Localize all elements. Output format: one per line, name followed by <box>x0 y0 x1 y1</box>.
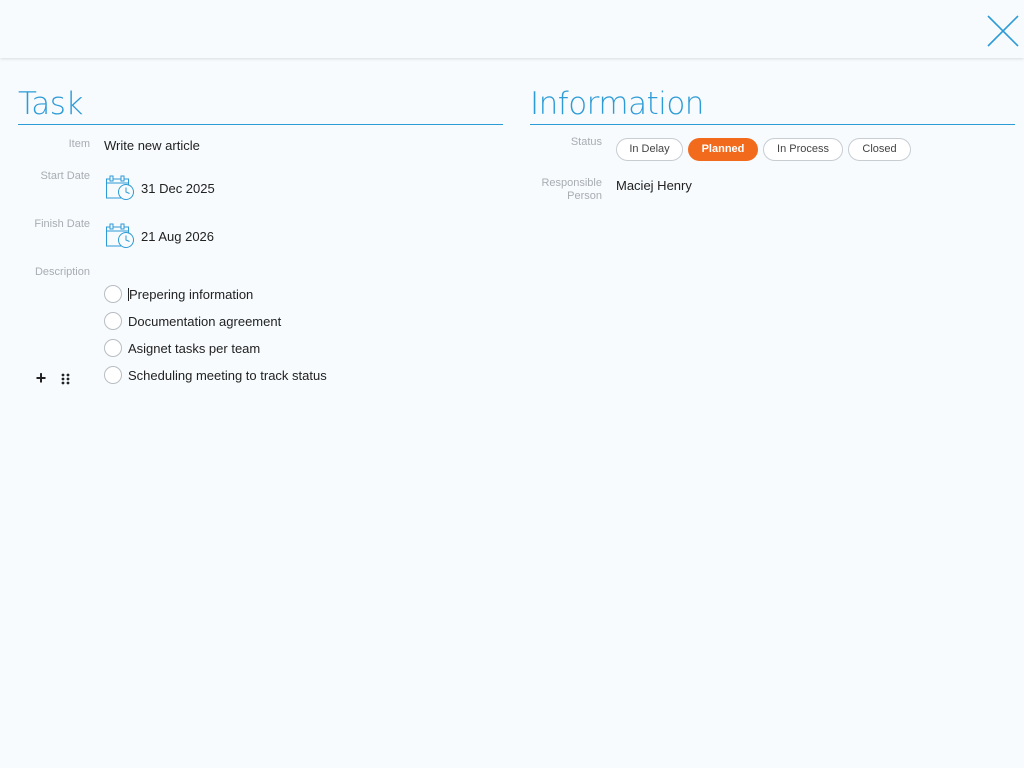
checklist-item[interactable]: Prepering information <box>104 284 253 304</box>
task-section-title: Task <box>18 86 83 122</box>
drag-handle-icon[interactable] <box>60 372 72 386</box>
information-divider <box>530 124 1015 125</box>
finish-date-value[interactable]: 21 Aug 2026 <box>141 229 214 244</box>
task-divider <box>18 124 503 125</box>
calendar-clock-icon[interactable] <box>105 223 135 249</box>
checklist-item-text[interactable]: Documentation agreement <box>128 314 281 329</box>
information-section-title: Information <box>530 86 704 122</box>
description-label: Description <box>34 266 90 278</box>
top-bar <box>0 0 1024 58</box>
calendar-clock-icon[interactable] <box>105 175 135 201</box>
checklist-item[interactable]: Scheduling meeting to track status <box>104 365 327 385</box>
status-option-in-delay[interactable]: In Delay <box>616 138 683 161</box>
checklist-item[interactable]: Documentation agreement <box>104 311 281 331</box>
item-label: Item <box>68 138 90 150</box>
responsible-person-value[interactable]: Maciej Henry <box>616 178 692 193</box>
checklist-item-text[interactable]: Asignet tasks per team <box>128 341 260 356</box>
checklist-item-text[interactable]: Prepering information <box>129 287 253 302</box>
checkbox-circle[interactable] <box>104 339 122 357</box>
start-date-value[interactable]: 31 Dec 2025 <box>141 181 215 196</box>
checkbox-circle[interactable] <box>104 312 122 330</box>
status-label: Status <box>570 136 602 148</box>
start-date-label: Start Date <box>40 170 90 182</box>
responsible-person-label: Responsible Person <box>541 177 602 202</box>
status-option-closed[interactable]: Closed <box>848 138 911 161</box>
plus-icon[interactable]: + <box>33 369 49 387</box>
status-option-planned[interactable]: Planned <box>688 138 758 161</box>
checklist-item-text[interactable]: Scheduling meeting to track status <box>128 368 327 383</box>
close-icon[interactable] <box>984 12 1022 50</box>
item-value[interactable]: Write new article <box>104 138 200 153</box>
status-selector: In Delay Planned In Process Closed <box>616 138 911 161</box>
checkbox-circle[interactable] <box>104 366 122 384</box>
checkbox-circle[interactable] <box>104 285 122 303</box>
finish-date-label: Finish Date <box>34 218 90 230</box>
status-option-in-process[interactable]: In Process <box>763 138 843 161</box>
checklist-item[interactable]: Asignet tasks per team <box>104 338 260 358</box>
